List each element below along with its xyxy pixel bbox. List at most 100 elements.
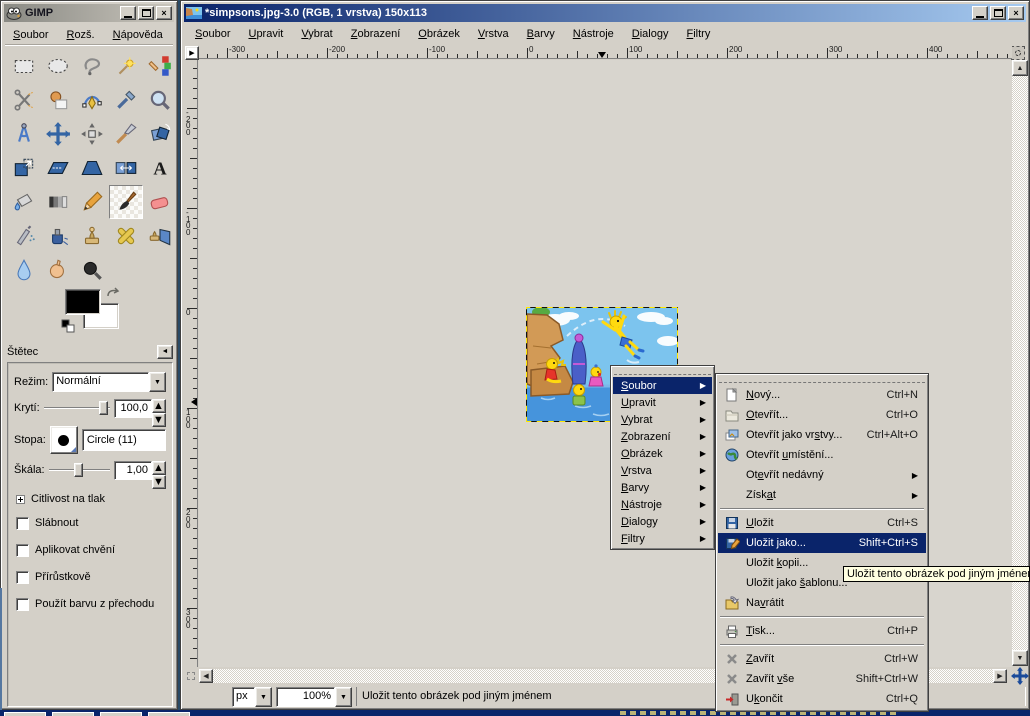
- file-menu-item-otevtumstn[interactable]: Otevřít umístění...: [718, 445, 926, 465]
- tool-text-icon[interactable]: A: [143, 151, 177, 185]
- checkbox-aplikovat-chv-n-[interactable]: Aplikovat chvění: [16, 542, 168, 558]
- menu-arrow-button[interactable]: ▶: [185, 46, 199, 60]
- toolbox-menu-soubor[interactable]: Soubor: [5, 27, 56, 43]
- context-menu-item-nstroje[interactable]: Nástroje▶: [613, 496, 712, 513]
- file-menu-item-zavt[interactable]: ZavřítCtrl+W: [718, 649, 926, 669]
- brush-preview-button[interactable]: [50, 426, 78, 454]
- swap-colors-icon[interactable]: [105, 287, 121, 303]
- image-menu-vrstva[interactable]: Vrstva: [470, 26, 517, 42]
- tool-heal-icon[interactable]: [109, 219, 143, 253]
- tool-pencil-icon[interactable]: [75, 185, 109, 219]
- tool-dodge-burn-icon[interactable]: [75, 253, 109, 287]
- image-titlebar[interactable]: *simpsons.jpg-3.0 (RGB, 1 vrstva) 150x11…: [184, 4, 1026, 22]
- vertical-ruler[interactable]: -200-1000100200300: [184, 60, 198, 667]
- file-menu-item-uloit[interactable]: UložitCtrl+S: [718, 513, 926, 533]
- tool-bucket-fill-icon[interactable]: [7, 185, 41, 219]
- scroll-up-icon[interactable]: ▲: [1012, 60, 1028, 76]
- close-button[interactable]: ×: [1008, 6, 1024, 20]
- checkbox-pou-t-barvu-z-p-echodu[interactable]: Použít barvu z přechodu: [16, 596, 168, 612]
- tool-select-by-color-icon[interactable]: [143, 49, 177, 83]
- minimize-button[interactable]: [120, 6, 136, 20]
- default-colors-icon[interactable]: [61, 319, 76, 336]
- close-button[interactable]: ×: [156, 6, 172, 20]
- checkbox-box[interactable]: [16, 544, 29, 557]
- image-menu-soubor[interactable]: Soubor: [187, 26, 238, 42]
- context-menu-item-vrstva[interactable]: Vrstva▶: [613, 462, 712, 479]
- quick-mask-toggle-icon[interactable]: [184, 669, 198, 683]
- mode-select[interactable]: Normální ▼: [52, 372, 166, 392]
- toolbox-menu-npovda[interactable]: Nápověda: [105, 27, 171, 43]
- file-menu-item-ukonit[interactable]: UkončitCtrl+Q: [718, 689, 926, 709]
- file-menu-item-otevtnedvn[interactable]: Otevřít nedávný▶: [718, 465, 926, 485]
- tool-rotate-icon[interactable]: [143, 117, 177, 151]
- tool-fuzzy-select-icon[interactable]: [109, 49, 143, 83]
- tool-clone-icon[interactable]: [75, 219, 109, 253]
- file-menu-item-navrtit[interactable]: Navrátit: [718, 593, 926, 613]
- tool-zoom-icon[interactable]: [143, 83, 177, 117]
- panel-collapse-button[interactable]: ◄: [157, 345, 173, 359]
- navigation-cross-icon[interactable]: [1010, 666, 1030, 686]
- maximize-button[interactable]: [138, 6, 154, 20]
- chevron-down-icon[interactable]: ▼: [149, 372, 166, 392]
- image-menu-upravit[interactable]: Upravit: [240, 26, 291, 42]
- minimize-button[interactable]: [972, 6, 988, 20]
- image-menu-barvy[interactable]: Barvy: [519, 26, 563, 42]
- maximize-button[interactable]: [990, 6, 1006, 20]
- tool-paths-icon[interactable]: [75, 83, 109, 117]
- checkbox-box[interactable]: [16, 598, 29, 611]
- tool-eraser-icon[interactable]: [143, 185, 177, 219]
- tool-perspective-icon[interactable]: [75, 151, 109, 185]
- tool-ellipse-select-icon[interactable]: [41, 49, 75, 83]
- file-menu-item-otevt[interactable]: Otevřít...Ctrl+O: [718, 405, 926, 425]
- taskbar-button[interactable]: [100, 712, 142, 716]
- file-menu-item-otevtjakovrstvy[interactable]: Otevřít jako vrstvy...Ctrl+Alt+O: [718, 425, 926, 445]
- tool-airbrush-icon[interactable]: [7, 219, 41, 253]
- tool-blur-icon[interactable]: [7, 253, 41, 287]
- scroll-down-icon[interactable]: ▼: [1012, 650, 1028, 666]
- toolbox-menu-roz[interactable]: Rozš.: [58, 27, 102, 43]
- tool-foreground-select-icon[interactable]: [41, 83, 75, 117]
- file-menu-item-zavtve[interactable]: Zavřít všeShift+Ctrl+W: [718, 669, 926, 689]
- checkbox-box[interactable]: [16, 571, 29, 584]
- zoom-select[interactable]: 100% ▼: [276, 687, 352, 707]
- context-menu-item-upravit[interactable]: Upravit▶: [613, 394, 712, 411]
- tool-shear-icon[interactable]: [41, 151, 75, 185]
- scroll-left-icon[interactable]: ◀: [199, 669, 213, 683]
- image-menu-nstroje[interactable]: Nástroje: [565, 26, 622, 42]
- context-menu-item-barvy[interactable]: Barvy▶: [613, 479, 712, 496]
- checkbox-box[interactable]: [16, 517, 29, 530]
- tool-scale-icon[interactable]: [7, 151, 41, 185]
- context-menu-item-filtry[interactable]: Filtry▶: [613, 530, 712, 547]
- scale-slider[interactable]: [49, 463, 110, 477]
- chevron-down-icon[interactable]: ▼: [335, 687, 352, 707]
- tearoff-line[interactable]: [614, 368, 711, 375]
- taskbar-button[interactable]: [52, 712, 94, 716]
- zoom-follow-toggle-icon[interactable]: [1011, 46, 1025, 60]
- tool-measure-icon[interactable]: [7, 117, 41, 151]
- tool-paintbrush-icon[interactable]: [109, 185, 143, 219]
- context-menu-item-zobrazen[interactable]: Zobrazení▶: [613, 428, 712, 445]
- image-menu-zobrazen[interactable]: Zobrazení: [343, 26, 409, 42]
- tearoff-line[interactable]: [719, 376, 925, 383]
- image-menu-vybrat[interactable]: Vybrat: [293, 26, 340, 42]
- tool-perspective-clone-icon[interactable]: [143, 219, 177, 253]
- tool-free-select-icon[interactable]: [75, 49, 109, 83]
- image-menu-obrzek[interactable]: Obrázek: [410, 26, 468, 42]
- tool-move-icon[interactable]: [41, 117, 75, 151]
- tool-scissors-select-icon[interactable]: [7, 83, 41, 117]
- opacity-spinner[interactable]: 100,0 ▲▼: [114, 399, 166, 418]
- context-menu-item-dialogy[interactable]: Dialogy▶: [613, 513, 712, 530]
- unit-select[interactable]: px ▼: [232, 687, 272, 707]
- tool-flip-icon[interactable]: [109, 151, 143, 185]
- image-menu-dialogy[interactable]: Dialogy: [624, 26, 677, 42]
- checkbox-sl-bnout[interactable]: Slábnout: [16, 515, 168, 531]
- checkbox-p-r-stkov-[interactable]: Přírůstkově: [16, 569, 168, 585]
- context-menu-item-obrzek[interactable]: Obrázek▶: [613, 445, 712, 462]
- vertical-scrollbar[interactable]: [1012, 76, 1028, 650]
- file-menu-item-uloitjako[interactable]: Uložit jako...Shift+Ctrl+S: [718, 533, 926, 553]
- file-menu-item-nov[interactable]: Nový...Ctrl+N: [718, 385, 926, 405]
- foreground-color-swatch[interactable]: [65, 289, 101, 315]
- tool-ink-icon[interactable]: [41, 219, 75, 253]
- tool-rectangle-select-icon[interactable]: [7, 49, 41, 83]
- context-menu-item-soubor[interactable]: Soubor▶: [613, 377, 712, 394]
